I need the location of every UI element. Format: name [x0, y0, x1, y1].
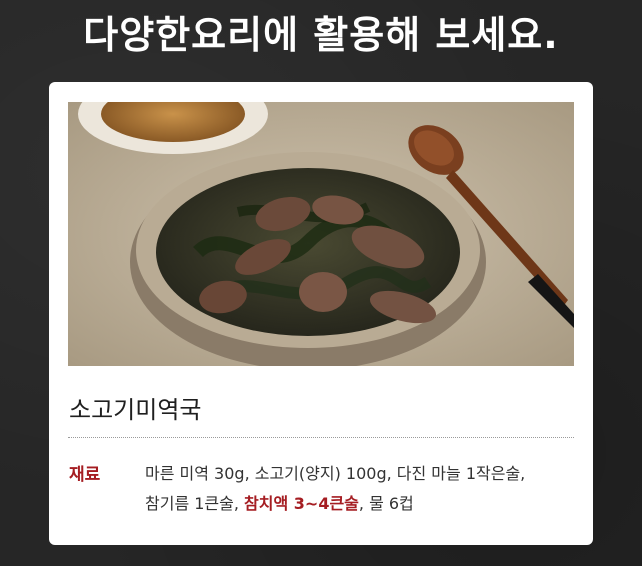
page-headline: 다양한요리에 활용해 보세요.	[83, 13, 559, 57]
seaweed-soup-illustration	[68, 102, 574, 366]
recipe-card: 소고기미역국 재료 마른 미역 30g, 소고기(양지) 100g, 다진 마늘…	[49, 82, 593, 545]
ingredients-label: 재료	[69, 465, 101, 485]
seaweed-soup-photo	[68, 102, 574, 366]
recipe-title: 소고기미역국	[69, 396, 202, 424]
ingredients-highlight: 참치액 3~4큰술	[244, 494, 359, 513]
ingredients-line-2-post: , 물 6컵	[358, 494, 414, 513]
ingredients-line-1: 마른 미역 30g, 소고기(양지) 100g, 다진 마늘 1작은술,	[145, 464, 526, 483]
ingredients-line-2: 참기름 1큰술, 참치액 3~4큰술, 물 6컵	[145, 490, 414, 514]
dotted-divider	[68, 437, 574, 438]
ingredients-line-2-pre: 참기름 1큰술,	[145, 494, 245, 513]
